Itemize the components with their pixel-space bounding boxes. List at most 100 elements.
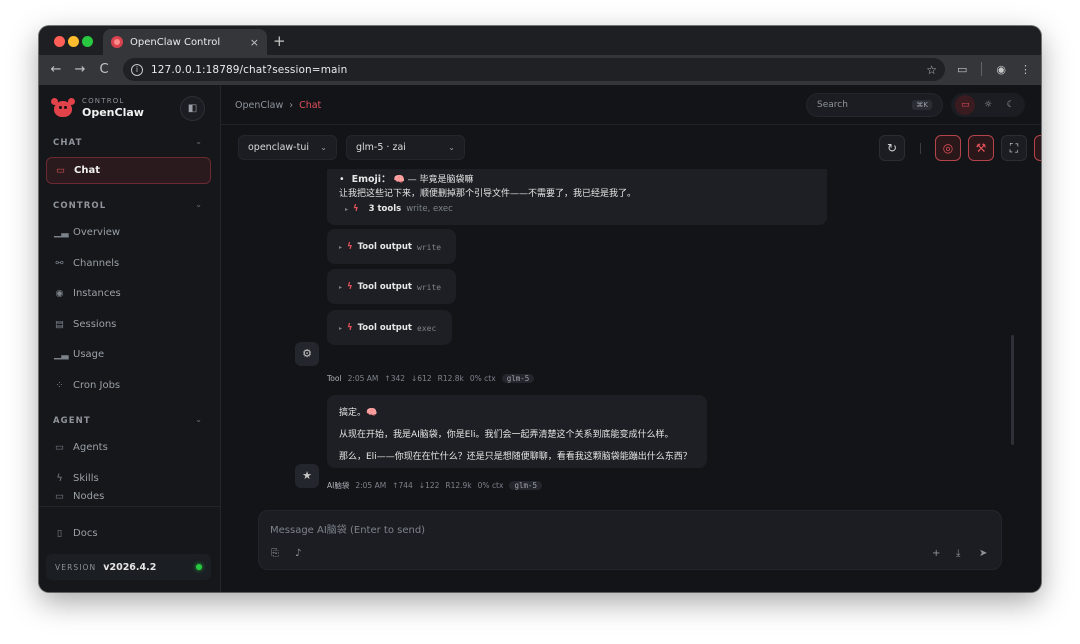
brain-icon: ◎: [942, 141, 954, 155]
document-icon: ▤: [55, 319, 64, 330]
bookmark-star-icon[interactable]: ☆: [926, 63, 937, 77]
menu-kebab-icon[interactable]: ⋮: [1020, 63, 1031, 76]
brand: CONTROL OpenClaw: [51, 97, 144, 119]
model-select[interactable]: glm-5 · zai ⌄: [346, 135, 465, 160]
emoji-bullet: • Emoji： 🧠 — 毕竟是脑袋嘛: [339, 174, 474, 185]
paperclip-icon[interactable]: ⎘: [271, 548, 279, 559]
chevron-right-icon: ▸: [339, 243, 343, 251]
message-input[interactable]: Message AI脑袋 (Enter to send): [270, 521, 425, 536]
assistant-message-main: 搞定。🧠 从现在开始，我是AI脑袋，你是Eli。我们会一起弄清楚这个关系到底能变…: [327, 395, 707, 468]
chat-thread[interactable]: • Emoji： 🧠 — 毕竟是脑袋嘛 让我把这些记下来，顺便删掉那个引导文件—…: [221, 169, 1041, 506]
sidebar-item-overview[interactable]: ▁▃ Overview: [46, 219, 211, 246]
tool-spark-icon: ϟ: [347, 282, 353, 292]
bar-chart-icon: ▁▃: [54, 227, 69, 238]
back-button[interactable]: ←: [47, 61, 65, 79]
radio-icon: ◉: [55, 288, 64, 299]
refresh-button[interactable]: ↻: [879, 135, 905, 161]
send-icon[interactable]: ➤: [979, 548, 987, 559]
tab-strip: OpenClaw Control × +: [39, 26, 1041, 55]
focus-mode-button[interactable]: ⛶: [1001, 135, 1027, 161]
tool-output-card[interactable]: ▸ ϟ Tool output write: [327, 269, 456, 304]
url-text[interactable]: 127.0.0.1:18789/chat?session=main: [151, 64, 926, 76]
tool-output-card[interactable]: ▸ ϟ Tool output exec: [327, 310, 452, 345]
address-bar[interactable]: i 127.0.0.1:18789/chat?session=main ☆: [123, 58, 945, 81]
tools-toggle-button[interactable]: ⚒: [968, 135, 994, 161]
chat-icon: ▭: [56, 165, 65, 176]
forward-button[interactable]: →: [71, 61, 89, 79]
search-input[interactable]: Search ⌘K: [806, 93, 943, 117]
theme-switcher: ▭ ☼ ☾: [951, 93, 1025, 117]
tools-summary[interactable]: ▸ ϟ 3 tools write, exec: [345, 204, 453, 214]
sidebar-item-docs[interactable]: ▯ Docs: [46, 520, 211, 547]
new-tab-button[interactable]: +: [273, 32, 286, 50]
tool-spark-icon: ϟ: [347, 323, 353, 333]
star-icon: ★: [302, 469, 312, 482]
tab-close-icon[interactable]: ×: [250, 36, 259, 49]
dark-theme-moon-icon[interactable]: ☾: [1001, 95, 1021, 115]
wrench-icon: ⚒: [975, 141, 987, 155]
section-agent-header[interactable]: AGENT ⌄: [53, 415, 203, 426]
maximize-window-button[interactable]: [82, 36, 93, 47]
chevron-down-icon: ⌄: [320, 143, 327, 152]
chevron-down-icon: ⌄: [195, 200, 203, 209]
browser-tab[interactable]: OpenClaw Control ×: [103, 29, 267, 55]
chevron-right-icon: ▸: [345, 205, 349, 213]
chevron-right-icon: ▸: [339, 283, 343, 291]
chat-controls: openclaw-tui ⌄ glm-5 · zai ⌄ ↻ ◎ ⚒ ⛶ ◷: [221, 125, 1041, 169]
controls-divider: [920, 143, 921, 154]
loader-icon: ⁘: [55, 380, 64, 391]
history-button[interactable]: ◷: [1034, 135, 1041, 161]
sidebar-item-cron-jobs[interactable]: ⁘ Cron Jobs: [46, 372, 211, 399]
site-info-icon[interactable]: i: [131, 63, 143, 76]
tool-output-card[interactable]: ▸ ϟ Tool output write: [327, 229, 456, 264]
sidebar-item-chat[interactable]: ▭ Chat: [46, 157, 211, 184]
message-composer[interactable]: Message AI脑袋 (Enter to send) ⎘ ♪ + ⤓ ➤: [258, 510, 1002, 570]
sidebar-item-channels[interactable]: ⚯ Channels: [46, 250, 211, 277]
chevron-down-icon: ⌄: [448, 143, 455, 152]
plus-icon[interactable]: +: [932, 548, 940, 559]
sidebar-item-skills[interactable]: ϟ Skills: [46, 465, 211, 492]
sidebar-item-agents[interactable]: ▭ Agents: [46, 434, 211, 461]
assistant-avatar: ★: [295, 464, 319, 488]
breadcrumb-separator: ›: [289, 100, 294, 111]
close-window-button[interactable]: [54, 36, 65, 47]
download-icon[interactable]: ⤓: [956, 548, 960, 559]
openclaw-favicon-icon: [111, 36, 123, 48]
collapse-sidebar-button[interactable]: ◧: [180, 96, 205, 121]
message-line: 搞定。🧠: [339, 408, 378, 418]
focus-icon: ⛶: [1009, 141, 1019, 155]
assistant-message-top: • Emoji： 🧠 — 毕竟是脑袋嘛 让我把这些记下来，顺便删掉那个引导文件—…: [327, 169, 827, 225]
section-chat-header[interactable]: CHAT ⌄: [53, 137, 203, 148]
chevron-down-icon: ⌄: [195, 137, 203, 146]
session-select[interactable]: openclaw-tui ⌄: [238, 135, 337, 160]
brand-name: OpenClaw: [82, 106, 144, 119]
system-theme-button[interactable]: ▭: [955, 95, 976, 115]
light-theme-sun-icon[interactable]: ☼: [978, 95, 998, 115]
message-line: 那么，Eli——你现在在忙什么？还是只是想随便聊聊，看看我这颗脑袋能蹦出什么东西…: [339, 452, 692, 462]
breadcrumb-root[interactable]: OpenClaw: [235, 100, 283, 111]
lobster-logo-icon: [51, 98, 75, 118]
browser-toolbar-right: ▭ ◉ ⋮: [957, 62, 1031, 76]
topbar: OpenClaw › Chat Search ⌘K ▭ ☼ ☾: [221, 85, 1041, 125]
thread-scrollbar[interactable]: [1011, 335, 1014, 445]
profile-icon[interactable]: ◉: [996, 63, 1006, 76]
assistant-message-meta: AI脑袋 2:05 AM ↑744 ↓122 R12.9k 0% ctx glm…: [327, 480, 543, 491]
chevron-right-icon: ▸: [339, 324, 343, 332]
reload-button[interactable]: C: [95, 61, 113, 79]
tool-message-meta: Tool 2:05 AM ↑342 ↓612 R12.8k 0% ctx glm…: [327, 374, 535, 383]
browser-window: OpenClaw Control × + ← → C i 127.0.0.1:1…: [39, 26, 1041, 592]
cast-icon[interactable]: ▭: [957, 63, 967, 76]
sidebar-item-instances[interactable]: ◉ Instances: [46, 280, 211, 307]
sidebar-item-nodes[interactable]: ▭ Nodes: [46, 491, 211, 505]
breadcrumb: OpenClaw › Chat: [235, 100, 321, 111]
section-control-header[interactable]: CONTROL ⌄: [53, 200, 203, 211]
microphone-icon[interactable]: ♪: [295, 548, 301, 559]
link-icon: ⚯: [55, 258, 64, 269]
minimize-window-button[interactable]: [68, 36, 79, 47]
sidebar-toggle-icon: ◧: [187, 103, 198, 114]
thinking-toggle-button[interactable]: ◎: [935, 135, 961, 161]
book-icon: ▯: [56, 528, 63, 539]
sidebar-item-usage[interactable]: ▁▃ Usage: [46, 341, 211, 368]
refresh-icon: ↻: [886, 141, 898, 155]
sidebar-item-sessions[interactable]: ▤ Sessions: [46, 311, 211, 338]
